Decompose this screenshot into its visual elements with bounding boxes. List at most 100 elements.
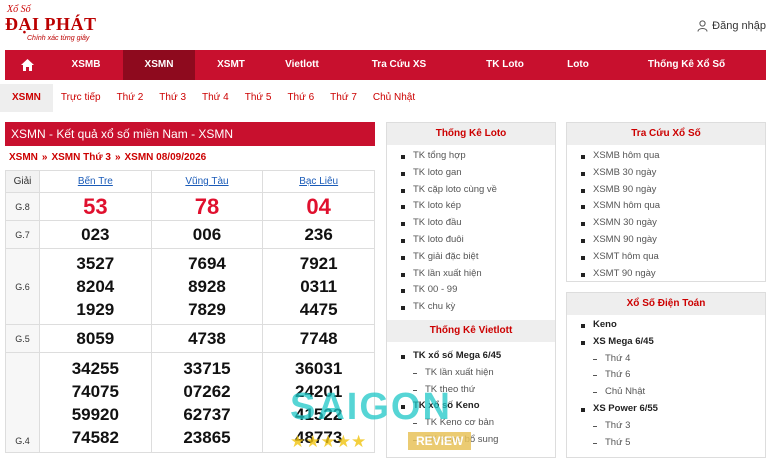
- table-row: G.7 023 006 236: [5, 220, 375, 249]
- results-section: XSMN - Kết quả xổ số miền Nam - XSMN XSM…: [5, 122, 375, 453]
- dien-toan-panel: Xổ Số Điện Toán Keno XS Mega 6/45 Thứ 4 …: [566, 292, 766, 458]
- list-item[interactable]: TK theo thứ: [401, 382, 555, 399]
- main-nav: XSMB XSMN XSMT Vietlott Tra Cứu XS TK Lo…: [5, 50, 766, 80]
- logo-slogan: Chính xác từng giây: [27, 35, 90, 42]
- panel-title: Thống Kê Loto: [387, 123, 555, 145]
- nav-item-thong-ke[interactable]: Thống Kê Xổ Số: [607, 50, 766, 80]
- nav-item-loto[interactable]: Loto: [549, 50, 607, 80]
- prize-value: 41522: [295, 404, 343, 424]
- list-item[interactable]: TK loto kép: [401, 198, 555, 215]
- prize-value: 07262: [183, 381, 231, 401]
- sub-nav: XSMN Trực tiếp Thứ 2 Thứ 3 Thứ 4 Thứ 5 T…: [0, 84, 768, 112]
- panel-title: Xổ Số Điện Toán: [567, 293, 765, 315]
- list-item[interactable]: TK loto đầu: [401, 215, 555, 232]
- prize-value: 023: [39, 220, 152, 249]
- site-header: Xổ Số ĐẠI PHÁT Chính xác từng giây Đăng …: [0, 0, 768, 48]
- list-item[interactable]: XS Power 6/55: [581, 401, 765, 418]
- list-item[interactable]: Keno: [581, 317, 765, 334]
- list-item[interactable]: TK Keno cơ bản: [401, 415, 555, 432]
- subnav-thu-3[interactable]: Thứ 3: [151, 84, 194, 112]
- site-logo[interactable]: Xổ Số ĐẠI PHÁT Chính xác từng giây: [5, 4, 105, 46]
- nav-item-tra-cuu[interactable]: Tra Cứu XS: [337, 50, 461, 80]
- prize-value: 4738: [150, 324, 264, 353]
- list-item[interactable]: Thứ 4: [581, 351, 765, 368]
- prize-value: 48773: [295, 427, 343, 447]
- subnav-thu-5[interactable]: Thứ 5: [237, 84, 280, 112]
- list-item[interactable]: TK lần xuất hiện: [401, 365, 555, 382]
- list-item[interactable]: TK xổ số Keno: [401, 398, 555, 415]
- province-vung-tau[interactable]: Vũng Tàu: [150, 170, 264, 193]
- list-item[interactable]: XSMN 30 ngày: [581, 215, 765, 232]
- prize-value: 74075: [71, 381, 119, 401]
- subnav-thu-6[interactable]: Thứ 6: [279, 84, 322, 112]
- list-item[interactable]: TK tổng hợp: [401, 148, 555, 165]
- prize-value: 1929: [76, 300, 115, 319]
- login-link[interactable]: Đăng nhập: [697, 20, 766, 32]
- thong-ke-loto-panel: Thống Kê Loto TK tổng hợp TK loto gan TK…: [386, 122, 556, 458]
- list-item[interactable]: XS Mega 6/45: [581, 334, 765, 351]
- prize-value: 8928: [188, 277, 226, 296]
- prize-label: G.5: [5, 324, 40, 353]
- prize-value: 8204: [76, 277, 115, 296]
- list-item[interactable]: Chủ Nhật: [581, 384, 765, 401]
- prize-value: 7921: [299, 254, 338, 273]
- table-row: G.8 53 78 04: [5, 192, 375, 221]
- tra-cuu-panel: Tra Cứu Xổ Số XSMB hôm qua XSMB 30 ngày …: [566, 122, 766, 282]
- list-item[interactable]: TK loto đuôi: [401, 232, 555, 249]
- prize-value: 7748: [262, 324, 375, 353]
- breadcrumb-item[interactable]: XSMN: [9, 152, 38, 163]
- home-icon: [20, 59, 34, 71]
- list-item[interactable]: XSMT hôm qua: [581, 249, 765, 266]
- subnav-chu-nhat[interactable]: Chủ Nhật: [365, 84, 423, 112]
- prize-value: 8059: [39, 324, 152, 353]
- subnav-thu-2[interactable]: Thứ 2: [109, 84, 152, 112]
- province-ben-tre[interactable]: Bến Tre: [39, 170, 152, 193]
- prize-label: G.4: [5, 352, 40, 453]
- list-item[interactable]: TK cặp loto cùng về: [401, 182, 555, 199]
- prize-value: 53: [39, 192, 152, 221]
- list-item[interactable]: TK giải đặc biệt: [401, 249, 555, 266]
- nav-item-vietlott[interactable]: Vietlott: [267, 50, 337, 80]
- list-item[interactable]: TK lần xuất hiện: [401, 266, 555, 283]
- subnav-thu-7[interactable]: Thứ 7: [322, 84, 365, 112]
- list-item[interactable]: Thứ 3: [581, 418, 765, 435]
- nav-item-xsmb[interactable]: XSMB: [49, 50, 123, 80]
- prize-value: 236: [262, 220, 375, 249]
- list-item[interactable]: XSMB hôm qua: [581, 148, 765, 165]
- logo-main-text: ĐẠI PHÁT: [5, 14, 97, 34]
- subnav-xsmn[interactable]: XSMN: [0, 84, 53, 112]
- breadcrumb-item[interactable]: XSMN 08/09/2026: [125, 152, 207, 163]
- breadcrumb-item[interactable]: XSMN Thứ 3: [51, 152, 110, 163]
- home-nav-button[interactable]: [5, 50, 49, 80]
- prize-value: 78: [150, 192, 264, 221]
- table-row: G.5 8059 4738 7748: [5, 324, 375, 353]
- list-item[interactable]: XSMB 30 ngày: [581, 165, 765, 182]
- province-bac-lieu[interactable]: Bạc Liêu: [262, 170, 375, 193]
- list-item[interactable]: Thứ 6: [581, 367, 765, 384]
- nav-item-tk-loto[interactable]: TK Loto: [461, 50, 549, 80]
- prize-value: 59920: [71, 404, 119, 424]
- list-item[interactable]: TK Keno bổ sung: [401, 432, 555, 449]
- list-item[interactable]: XSMN 90 ngày: [581, 232, 765, 249]
- user-icon: [697, 20, 708, 32]
- list-item[interactable]: TK chu kỳ: [401, 299, 555, 316]
- list-item[interactable]: XSMT 90 ngày: [581, 266, 765, 283]
- nav-item-xsmt[interactable]: XSMT: [195, 50, 267, 80]
- subnav-thu-4[interactable]: Thứ 4: [194, 84, 237, 112]
- list-item[interactable]: TK xổ số Mega 6/45: [401, 348, 555, 365]
- prize-value: 24201: [295, 381, 343, 401]
- list-item[interactable]: Thứ 5: [581, 435, 765, 452]
- subnav-truc-tiep[interactable]: Trực tiếp: [53, 84, 109, 112]
- list-item[interactable]: XSMN hôm qua: [581, 198, 765, 215]
- login-label: Đăng nhập: [712, 20, 766, 32]
- prize-label: G.7: [5, 220, 40, 249]
- results-title: XSMN - Kết quả xổ số miền Nam - XSMN: [5, 122, 375, 146]
- nav-item-xsmn[interactable]: XSMN: [123, 50, 195, 80]
- prize-value: 74582: [71, 427, 119, 447]
- list-item[interactable]: TK 00 - 99: [401, 282, 555, 299]
- prize-value: 006: [150, 220, 264, 249]
- prize-value: 04: [262, 192, 375, 221]
- list-item[interactable]: XSMB 90 ngày: [581, 182, 765, 199]
- table-row: G.4 34255 74075 59920 74582 33715 07262 62737…: [5, 352, 375, 453]
- list-item[interactable]: TK loto gan: [401, 165, 555, 182]
